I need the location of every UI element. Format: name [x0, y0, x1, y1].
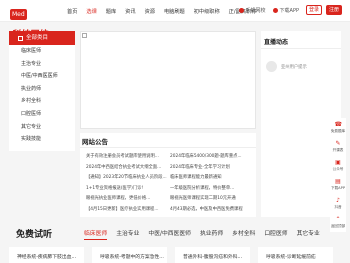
nav-item[interactable]: 电脑刷题: [164, 8, 185, 15]
download-icon: [272, 7, 278, 13]
course-tab[interactable]: 乡村全科: [232, 228, 255, 240]
notice-item[interactable]: 眼视光执业医师课程，更低价格...: [86, 195, 168, 201]
mobile-icon: [238, 7, 244, 13]
divider: [80, 147, 256, 148]
top-icon: ⌃: [335, 216, 341, 223]
float-bar-label: 公众号: [332, 167, 344, 171]
course-tab[interactable]: 其它专业: [297, 228, 320, 240]
float-bar-label: 返回顶部: [330, 224, 346, 228]
float-bar-item[interactable]: ✎ 开课表: [330, 137, 346, 156]
course-tab[interactable]: 临床医师: [84, 228, 108, 240]
sidebar-item[interactable]: 口腔医师: [9, 108, 75, 121]
course-tab[interactable]: 中医/中西医医师: [148, 228, 191, 240]
notice-item[interactable]: 2024年临床专业-全年学习计划: [170, 164, 252, 170]
sidebar-item[interactable]: 乡村全科: [9, 95, 75, 108]
sidebar-item[interactable]: 实践技能: [9, 133, 75, 146]
float-bar-item[interactable]: ▤ 下载APP: [330, 175, 346, 194]
tiktok-icon: ♪: [336, 197, 340, 204]
course-card[interactable]: 呼吸系统-考题中的方案急性...: [92, 247, 167, 263]
float-bar-label: 抖音: [334, 205, 342, 209]
app-icon: ▤: [335, 178, 341, 185]
notice-item[interactable]: 2024年中西医结合执业考试大纲全面...: [86, 164, 168, 170]
notice-item[interactable]: 临床医师课程能力最新通知: [170, 174, 252, 180]
floating-toolbar: ☎ 免费题库 ✎ 开课表 ▣ 公众号 ▤ 下载APP ♪ 抖音 ⌃ 返回顶部: [330, 118, 346, 232]
sidebar-item[interactable]: 临床医师: [9, 45, 75, 58]
course-tab[interactable]: 执业药师: [200, 228, 223, 240]
login-button[interactable]: 登录: [306, 5, 322, 15]
broken-image-icon: [82, 33, 87, 38]
nav-item[interactable]: 资讯: [125, 8, 135, 15]
float-bar-item[interactable]: ▣ 公众号: [330, 156, 346, 175]
nav-item[interactable]: 首页: [67, 8, 77, 15]
notice-item[interactable]: 4月43期必选，中医及中西医免费课程: [170, 206, 252, 212]
notice-item[interactable]: 1+1专业资格报送(医学)门诊!: [86, 185, 168, 191]
sidebar-item[interactable]: 执业药师: [9, 83, 75, 96]
mobile-icon: ▣: [335, 159, 341, 166]
top-bar: Med科技网校 首页选课题库资讯资源电脑刷题初中级职称正/副高职称 手机网校 下…: [0, 0, 350, 40]
notice-item[interactable]: 关于有效注册会员考试题库使用说明...: [86, 153, 168, 159]
section-title: 免费试听: [16, 230, 53, 240]
float-bar-label: 免费题库: [330, 129, 346, 133]
mobile-school-link[interactable]: 手机网校: [238, 7, 266, 14]
notice-item[interactable]: 2024年临床5400/300题-题库重点...: [170, 153, 252, 159]
notice-item[interactable]: 眼视光医师课程实现二期10元开通: [170, 195, 252, 201]
sidebar-item[interactable]: 其它专业: [9, 121, 75, 134]
avatar: [266, 61, 277, 72]
float-bar-item[interactable]: ♪ 抖音: [330, 194, 346, 213]
notice-title: 网站公告: [82, 138, 108, 146]
course-tab[interactable]: 口腔医师: [264, 228, 287, 240]
document-icon: ✎: [335, 140, 341, 147]
course-card[interactable]: 普通外科-腹股沟疝和外科...: [175, 247, 250, 263]
nav-item[interactable]: 选课: [86, 8, 96, 15]
grid-icon: [18, 35, 23, 41]
live-title: 直播动态: [264, 39, 289, 46]
float-bar-label: 下载APP: [331, 186, 345, 190]
live-panel: 直播动态 亚州用户提示: [261, 31, 341, 217]
notice-item[interactable]: 【4月15日更新】医疗执业实用课程...: [86, 206, 168, 212]
sidebar-item[interactable]: 中医/中西医医师: [9, 70, 75, 83]
notice-panel: 网站公告 关于有效注册会员考试题库使用说明... 2024年中西医结合执业考试大纲…: [80, 133, 256, 217]
nav-item[interactable]: 题库: [106, 8, 116, 15]
course-card[interactable]: 神经系统-疾病肺下肢出血...: [9, 247, 84, 263]
category-header[interactable]: 全部类目: [9, 31, 75, 45]
category-sidebar: 全部类目 临床医师 主治专业 中医/中西医医师 执业药师 乡村全科 口腔医师 其它专业 实践技…: [9, 31, 75, 151]
course-cards: 神经系统-疾病肺下肢出血... 呼吸系统-考题中的方案急性... 普通外科-腹股沟疝…: [9, 247, 341, 263]
float-bar-item[interactable]: ⌃ 返回顶部: [330, 213, 346, 232]
live-user-text: 亚州用户提示: [281, 65, 307, 70]
banner-image[interactable]: [80, 31, 256, 129]
hotline-icon: ☎: [334, 121, 342, 128]
course-card[interactable]: 呼吸系统-诊断延缓前疝: [258, 247, 333, 263]
download-app-link[interactable]: 下载APP: [272, 7, 299, 14]
site-logo[interactable]: Med科技网校: [10, 4, 58, 40]
logo-badge: Med: [10, 9, 27, 20]
notice-item[interactable]: 一年级医院分析课程，特价整单...: [170, 185, 252, 191]
top-right-actions: 手机网校 下载APP 登录 注册: [232, 5, 342, 15]
float-bar-item[interactable]: ☎ 免费题库: [330, 118, 346, 137]
course-tab[interactable]: 主治专业: [116, 228, 139, 240]
sidebar-item[interactable]: 主治专业: [9, 58, 75, 71]
course-tabs: 临床医师 主治专业 中医/中西医医师 执业药师 乡村全科 口腔医师 其它专业: [84, 228, 329, 240]
nav-item[interactable]: 资源: [145, 8, 155, 15]
category-title: 全部类目: [26, 35, 49, 41]
divider: [261, 48, 341, 49]
mobile-school-label: 手机网校: [245, 7, 266, 14]
register-button[interactable]: 注册: [326, 5, 342, 15]
download-app-label: 下载APP: [279, 7, 299, 14]
notice-item[interactable]: 【通知】2023年20节临床执业人员阶段...: [86, 174, 168, 180]
nav-item[interactable]: 初中级职称: [194, 8, 220, 15]
float-bar-label: 开课表: [332, 148, 344, 152]
